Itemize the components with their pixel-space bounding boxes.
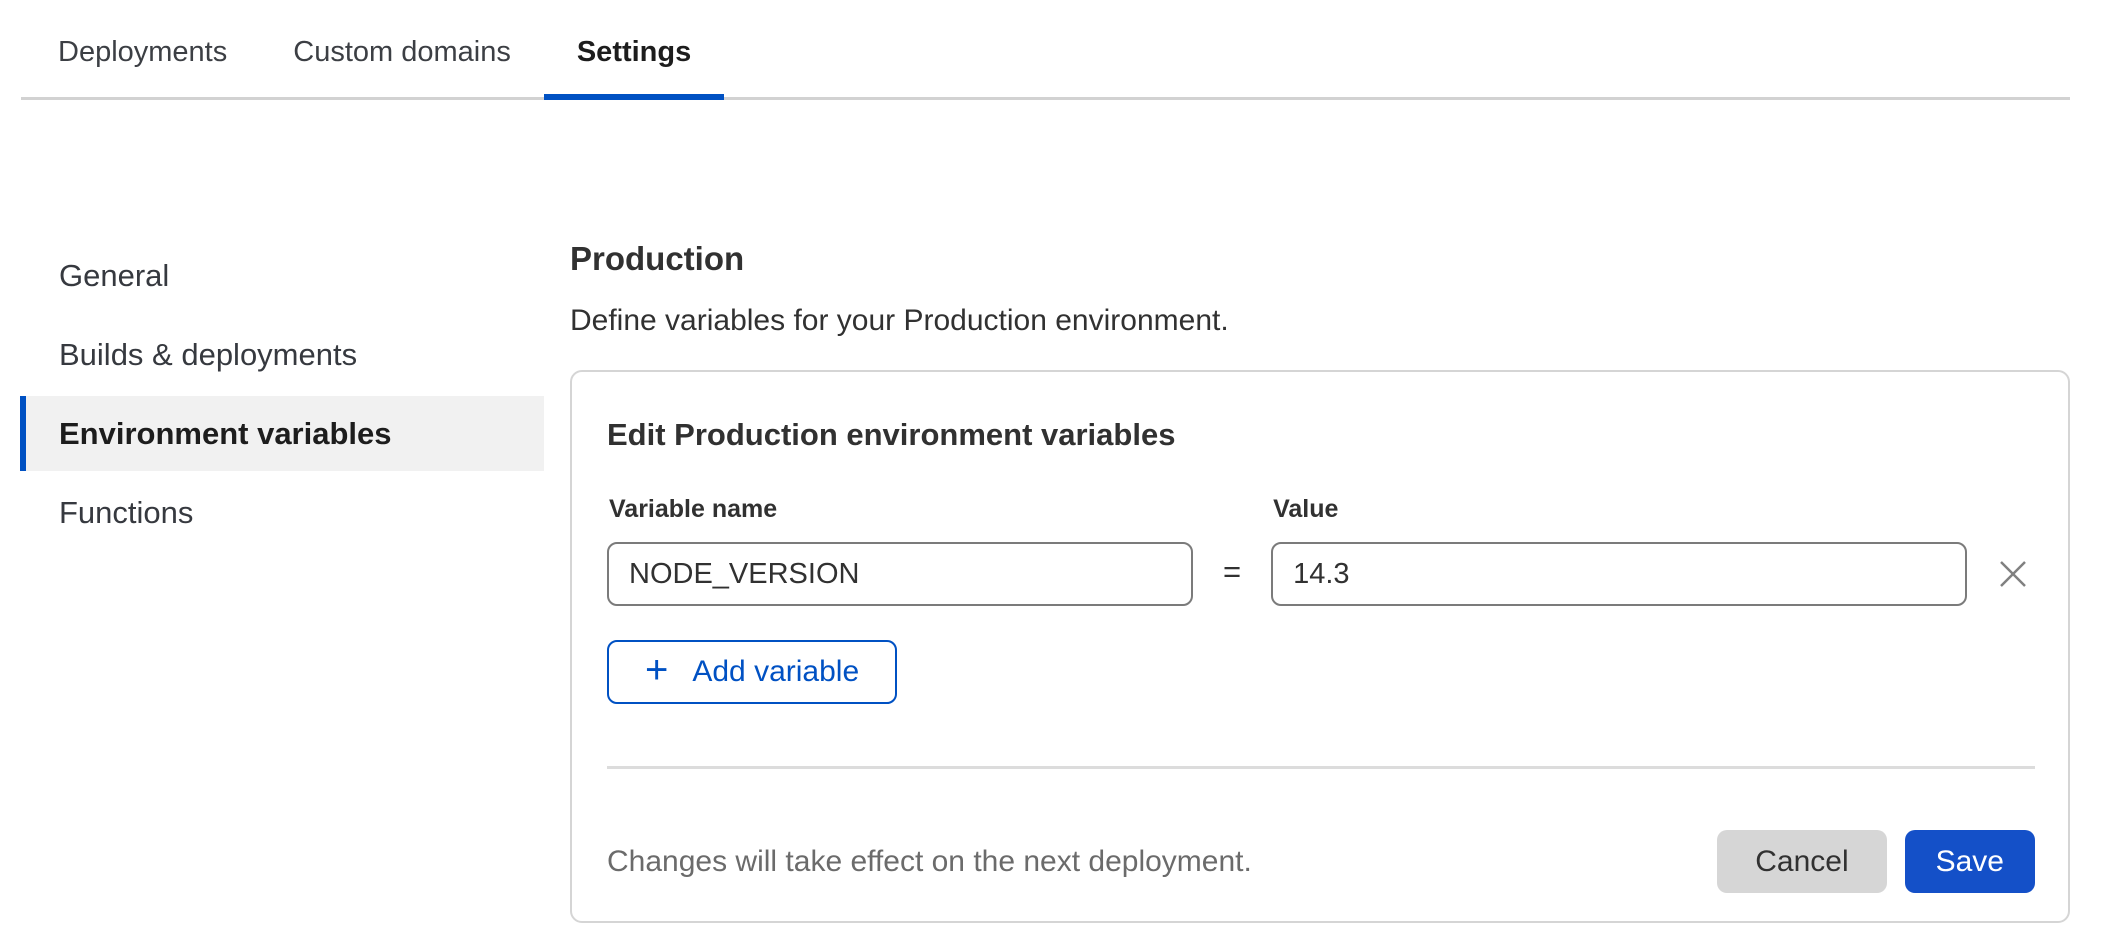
equals-sign: = — [1223, 542, 1241, 606]
card-title: Edit Production environment variables — [607, 417, 2035, 453]
environment-variables-card: Edit Production environment variables Va… — [570, 370, 2070, 923]
sidebar-item-general[interactable]: General — [20, 238, 544, 313]
tab-custom-domains[interactable]: Custom domains — [260, 18, 544, 97]
remove-variable-button[interactable] — [1991, 542, 2035, 606]
page-subtitle: Define variables for your Production env… — [570, 304, 2070, 338]
plus-icon: + — [645, 650, 668, 690]
variable-name-label: Variable name — [609, 495, 1193, 524]
variable-row: Variable name = Value — [607, 495, 2035, 606]
close-icon — [1997, 558, 2029, 590]
footer-note: Changes will take effect on the next dep… — [607, 845, 1252, 879]
tab-deployments[interactable]: Deployments — [25, 18, 260, 97]
card-footer: Changes will take effect on the next dep… — [607, 830, 2035, 893]
add-variable-label: Add variable — [692, 655, 859, 689]
cancel-button[interactable]: Cancel — [1717, 830, 1886, 893]
tab-settings[interactable]: Settings — [544, 18, 724, 97]
variable-name-field: Variable name — [607, 495, 1193, 606]
settings-content: General Builds & deployments Environment… — [0, 100, 2121, 923]
card-divider — [607, 766, 2035, 769]
variable-value-field: Value — [1271, 495, 1967, 606]
page-title: Production — [570, 240, 2070, 278]
footer-actions: Cancel Save — [1717, 830, 2035, 893]
variable-value-input[interactable] — [1271, 542, 1967, 606]
sidebar-item-functions[interactable]: Functions — [20, 475, 544, 550]
settings-sidebar: General Builds & deployments Environment… — [20, 238, 544, 554]
variable-name-input[interactable] — [607, 542, 1193, 606]
add-variable-button[interactable]: + Add variable — [607, 640, 897, 704]
tab-bar: Deployments Custom domains Settings — [21, 0, 2070, 100]
sidebar-item-builds-deployments[interactable]: Builds & deployments — [20, 317, 544, 392]
variable-value-label: Value — [1273, 495, 1967, 524]
sidebar-item-environment-variables[interactable]: Environment variables — [20, 396, 544, 471]
save-button[interactable]: Save — [1905, 830, 2035, 893]
main-panel: Production Define variables for your Pro… — [570, 238, 2070, 923]
